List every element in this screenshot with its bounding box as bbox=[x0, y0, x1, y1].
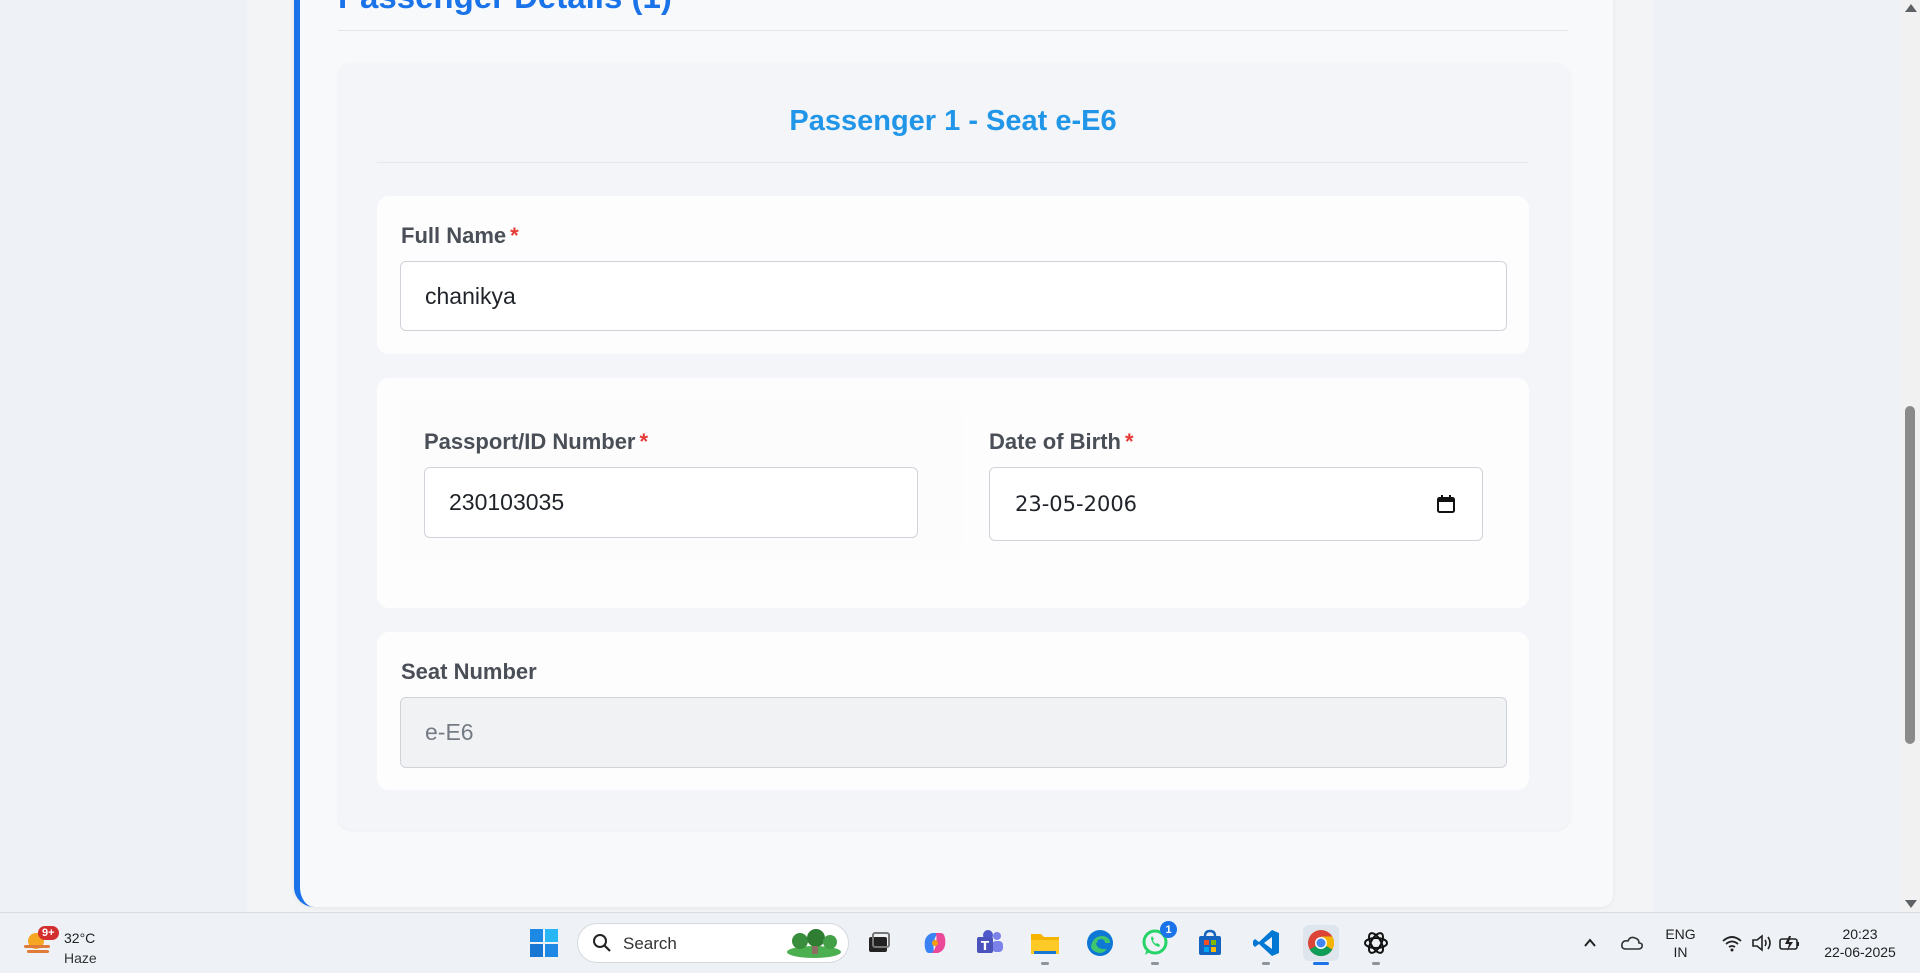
clock[interactable]: 20:23 22-06-2025 bbox=[1810, 925, 1910, 961]
onedrive-button[interactable] bbox=[1617, 925, 1647, 961]
windows-logo-icon bbox=[530, 929, 558, 957]
seat-input: e-E6 bbox=[400, 697, 1507, 768]
weather-widget[interactable]: 9+ 32°C Haze bbox=[22, 920, 142, 966]
taskbar-chatgpt[interactable] bbox=[1358, 925, 1394, 965]
teams-icon: T bbox=[977, 930, 1003, 953]
start-button[interactable] bbox=[526, 925, 562, 961]
microsoft-store-icon bbox=[1199, 929, 1221, 955]
running-indicator bbox=[1372, 962, 1380, 965]
vertical-scrollbar[interactable] bbox=[1900, 0, 1920, 912]
chevron-up-icon bbox=[1584, 938, 1596, 947]
windows-taskbar: 9+ 32°C Haze Search T 1 ENG IN 20:23 22-… bbox=[0, 912, 1920, 973]
language-code: ENG bbox=[1665, 926, 1696, 942]
notification-badge: 1 bbox=[1160, 921, 1177, 938]
passport-input[interactable]: 230103035 bbox=[424, 467, 918, 538]
task-view-icon bbox=[869, 932, 890, 952]
scroll-up-arrow-icon[interactable] bbox=[1905, 4, 1917, 12]
taskbar-vscode[interactable] bbox=[1248, 925, 1284, 965]
running-indicator bbox=[1151, 962, 1159, 965]
taskbar-teams[interactable]: T bbox=[972, 925, 1008, 961]
battery-charging-icon bbox=[1779, 936, 1799, 951]
wifi-icon bbox=[1722, 936, 1742, 952]
taskbar-whatsapp[interactable]: 1 bbox=[1137, 921, 1177, 965]
seat-value: e-E6 bbox=[425, 719, 474, 745]
taskbar-search[interactable]: Search bbox=[577, 923, 849, 963]
clock-date: 22-06-2025 bbox=[1824, 944, 1896, 960]
search-icon bbox=[593, 934, 611, 952]
weather-temperature: 32°C bbox=[64, 930, 96, 946]
taskbar-copilot[interactable] bbox=[917, 925, 953, 961]
taskbar-file-explorer[interactable] bbox=[1027, 925, 1063, 965]
running-indicator bbox=[1262, 962, 1270, 965]
dob-label: Date of Birth * bbox=[989, 429, 1134, 455]
taskbar-edge[interactable] bbox=[1082, 925, 1118, 961]
folder-icon bbox=[1031, 934, 1059, 954]
section-heading: Passenger Details (1) bbox=[338, 0, 672, 16]
clock-time: 20:23 bbox=[1842, 926, 1878, 942]
volume-icon bbox=[1752, 934, 1771, 952]
calendar-icon[interactable] bbox=[1436, 494, 1456, 514]
required-asterisk: * bbox=[639, 429, 649, 454]
section-divider bbox=[338, 30, 1568, 31]
weather-condition: Haze bbox=[64, 950, 97, 966]
passport-label: Passport/ID Number * bbox=[424, 429, 648, 455]
passport-label-text: Passport/ID Number bbox=[424, 429, 636, 454]
browser-viewport: Passenger Details (1) Passenger 1 - Seat… bbox=[0, 0, 1900, 912]
cloud-icon bbox=[1621, 936, 1643, 950]
full-name-input[interactable]: chanikya bbox=[400, 261, 1507, 331]
taskbar-chrome[interactable] bbox=[1303, 925, 1339, 965]
required-asterisk: * bbox=[1125, 429, 1134, 454]
dob-value: 23-05-2006 bbox=[1015, 492, 1138, 516]
running-indicator bbox=[1313, 962, 1329, 965]
scroll-down-arrow-icon[interactable] bbox=[1905, 900, 1917, 908]
passport-value: 230103035 bbox=[449, 489, 565, 515]
svg-text:T: T bbox=[981, 939, 990, 953]
quick-settings-button[interactable] bbox=[1716, 925, 1806, 961]
taskbar-task-view[interactable] bbox=[861, 925, 897, 961]
copilot-icon bbox=[924, 933, 946, 953]
search-highlight-icon bbox=[787, 929, 841, 958]
region-code: IN bbox=[1673, 944, 1688, 960]
taskbar-store[interactable] bbox=[1192, 925, 1228, 961]
full-name-label: Full Name * bbox=[401, 223, 519, 249]
chatgpt-icon bbox=[1364, 932, 1388, 954]
passenger-title: Passenger 1 - Seat e-E6 bbox=[789, 105, 1117, 137]
vscode-icon bbox=[1253, 930, 1279, 956]
edge-icon bbox=[1087, 930, 1113, 956]
running-indicator bbox=[1041, 962, 1049, 965]
chrome-icon bbox=[1308, 930, 1335, 957]
show-hidden-icons-button[interactable] bbox=[1575, 925, 1605, 961]
full-name-value: chanikya bbox=[425, 282, 516, 309]
weather-badge: 9+ bbox=[38, 926, 59, 940]
seat-label: Seat Number bbox=[401, 659, 537, 684]
search-label: Search bbox=[623, 934, 677, 953]
passenger-title-divider bbox=[377, 162, 1529, 163]
required-asterisk: * bbox=[510, 223, 519, 248]
scrollbar-thumb[interactable] bbox=[1905, 406, 1915, 744]
full-name-label-text: Full Name bbox=[401, 223, 507, 248]
language-indicator[interactable]: ENG IN bbox=[1658, 925, 1703, 961]
dob-label-text: Date of Birth bbox=[989, 429, 1121, 454]
dob-input[interactable]: 23-05-2006 bbox=[989, 467, 1483, 541]
